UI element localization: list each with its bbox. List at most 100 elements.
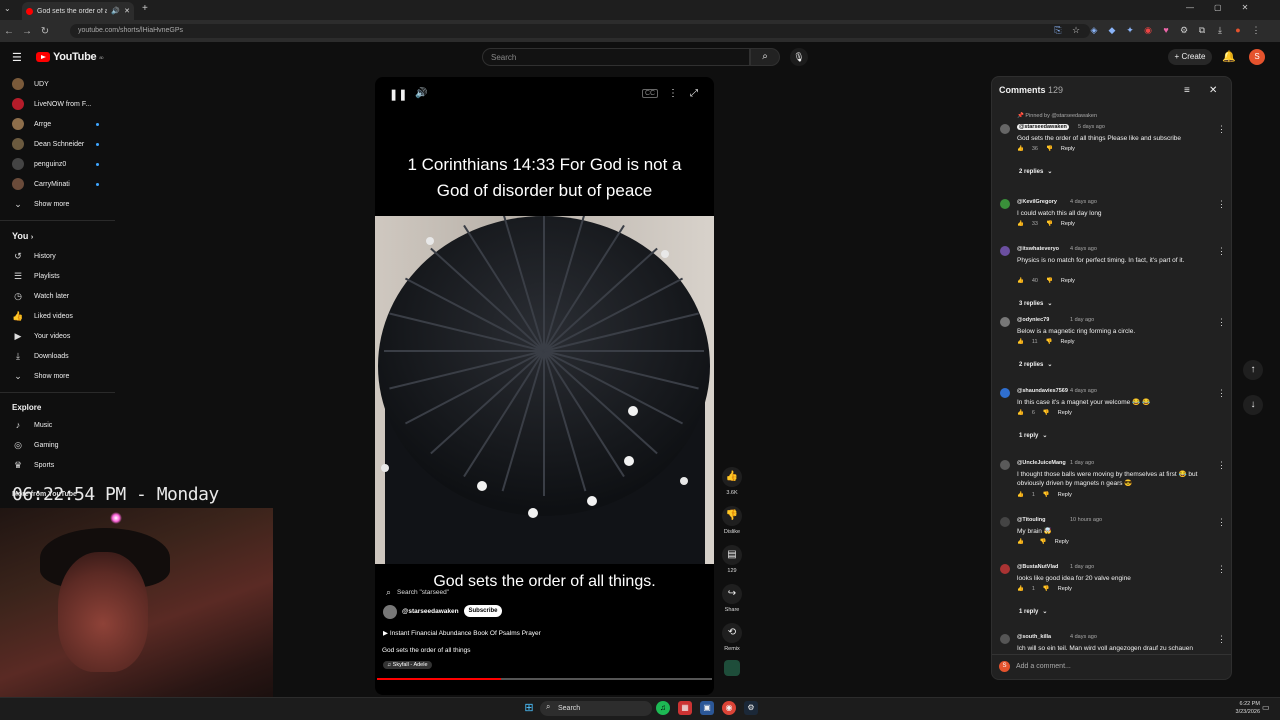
sidebar-item-playlists[interactable]: ☰ Playlists <box>0 266 115 286</box>
comment-author[interactable]: @south_killa <box>1017 634 1051 640</box>
extensions-puzzle-icon[interactable]: ⧉ <box>1194 25 1210 36</box>
like-comment-icon[interactable]: 👍 <box>1017 586 1024 592</box>
comment-more-icon[interactable]: ⋮ <box>1217 517 1226 528</box>
comment-icon[interactable]: ▤ <box>722 545 742 565</box>
comment-more-icon[interactable]: ⋮ <box>1217 634 1226 645</box>
comment-more-icon[interactable]: ⋮ <box>1217 317 1226 328</box>
reply-button[interactable]: Reply <box>1055 539 1069 545</box>
comment-author[interactable]: @shaundavies7569 <box>1017 388 1068 394</box>
comment-author[interactable]: @itswhateveryo <box>1017 246 1059 252</box>
new-tab-button[interactable]: + <box>142 3 148 14</box>
extension-icon[interactable]: ◈ <box>1086 25 1102 36</box>
comment-author[interactable]: @BustaNutVlad <box>1017 564 1058 570</box>
commenter-avatar[interactable] <box>1000 388 1010 398</box>
tab-close-icon[interactable]: ✕ <box>124 7 130 15</box>
like-comment-icon[interactable]: 👍 <box>1017 221 1024 227</box>
reply-button[interactable]: Reply <box>1061 278 1075 284</box>
sidebar-item-your-videos[interactable]: ▶ Your videos <box>0 326 115 346</box>
dislike-action[interactable]: 👎 Dislike <box>721 506 743 535</box>
comment-more-icon[interactable]: ⋮ <box>1217 460 1226 471</box>
sidebar-item-history[interactable]: ↺ History <box>0 246 115 266</box>
sort-icon[interactable]: ≡ <box>1184 85 1190 96</box>
extension-icon[interactable]: ◆ <box>1104 25 1120 36</box>
dislike-comment-icon[interactable]: 👎 <box>1043 492 1050 498</box>
system-clock[interactable]: 6:22 PM 3/23/2026 <box>1230 700 1260 716</box>
sound-chip[interactable]: ♫ Skyfall - Adele <box>383 661 432 669</box>
like-comment-icon[interactable]: 👍 <box>1017 146 1024 152</box>
dislike-comment-icon[interactable]: 👎 <box>1043 586 1050 592</box>
search-chip[interactable]: ⌕ Search "starseed" <box>386 587 449 598</box>
steam-icon[interactable]: ⚙ <box>744 701 758 715</box>
extension-icon[interactable]: ⚙ <box>1176 25 1192 36</box>
dislike-comment-icon[interactable]: 👎 <box>1043 410 1050 416</box>
extension-icon[interactable]: ✦ <box>1122 25 1138 36</box>
app-icon[interactable]: ▣ <box>700 701 714 715</box>
reply-button[interactable]: Reply <box>1061 146 1075 152</box>
comment-author[interactable]: @odyniec79 <box>1017 317 1049 323</box>
pause-icon[interactable]: ❚❚ <box>389 88 407 101</box>
youtube-logo[interactable]: YouTube 80 <box>36 51 103 63</box>
comment-more-icon[interactable]: ⋮ <box>1217 388 1226 399</box>
reply-button[interactable]: Reply <box>1058 410 1072 416</box>
forward-icon[interactable]: → <box>18 26 36 37</box>
close-comments-icon[interactable]: ✕ <box>1209 85 1217 96</box>
reply-button[interactable]: Reply <box>1058 586 1072 592</box>
next-short-button[interactable]: ↓ <box>1243 395 1263 415</box>
view-replies-button[interactable]: 2 replies ⌄ <box>1019 168 1052 175</box>
downloads-bar-icon[interactable]: ⤓ <box>1212 25 1228 36</box>
taskbar-search[interactable]: Search <box>540 701 652 716</box>
tab-list-icon[interactable]: ⌄ <box>4 4 11 13</box>
tab-audio-icon[interactable]: 🔊 <box>111 7 120 15</box>
extension-icon[interactable]: ◉ <box>1140 25 1156 36</box>
comment-author[interactable]: @Titouling <box>1017 517 1045 523</box>
sidebar-item-sports[interactable]: ♛ Sports <box>0 455 115 475</box>
reply-button[interactable]: Reply <box>1058 492 1072 498</box>
chrome-icon[interactable]: ◉ <box>722 701 736 715</box>
channel-name[interactable]: @starseedawaken <box>402 608 459 615</box>
windows-start-icon[interactable]: ⊞ <box>522 701 536 715</box>
dislike-comment-icon[interactable]: 👎 <box>1046 221 1053 227</box>
show-more-you[interactable]: ⌄ Show more <box>0 366 115 386</box>
view-replies-button[interactable]: 3 replies ⌄ <box>1019 300 1052 307</box>
volume-icon[interactable]: 🔊 <box>415 88 427 99</box>
commenter-avatar[interactable] <box>1000 517 1010 527</box>
browser-menu-icon[interactable]: ⋮ <box>1248 25 1264 36</box>
comment-more-icon[interactable]: ⋮ <box>1217 199 1226 210</box>
comment-author[interactable]: @starseedawaken <box>1019 124 1067 130</box>
window-close-icon[interactable]: ✕ <box>1242 3 1249 12</box>
previous-short-button[interactable]: ↑ <box>1243 360 1263 380</box>
hamburger-menu-icon[interactable]: ☰ <box>12 51 22 64</box>
add-comment-field[interactable]: S Add a comment... <box>999 659 1225 673</box>
sidebar-subscription[interactable]: penguinz0 <box>0 154 115 174</box>
install-icon[interactable]: ⎘ <box>1050 25 1066 36</box>
share-action[interactable]: ↪ Share <box>721 584 743 613</box>
share-icon[interactable]: ↪ <box>722 584 742 604</box>
dislike-comment-icon[interactable]: 👎 <box>1046 278 1053 284</box>
comments-action[interactable]: ▤ 129 <box>721 545 743 574</box>
dislike-icon[interactable]: 👎 <box>722 506 742 526</box>
like-action[interactable]: 👍 3.6K <box>721 467 743 496</box>
like-comment-icon[interactable]: 👍 <box>1017 410 1024 416</box>
remix-icon[interactable]: ⟲ <box>722 623 742 643</box>
bookmark-star-icon[interactable]: ☆ <box>1068 25 1084 36</box>
notification-center-icon[interactable]: ▭ <box>1262 703 1270 712</box>
dislike-comment-icon[interactable]: 👎 <box>1046 339 1053 345</box>
like-comment-icon[interactable]: 👍 <box>1017 539 1024 545</box>
channel-avatar[interactable] <box>383 605 397 619</box>
subscribe-button[interactable]: Subscribe <box>464 605 502 617</box>
sidebar-item-liked-videos[interactable]: 👍 Liked videos <box>0 306 115 326</box>
sidebar-item-gaming[interactable]: ◎ Gaming <box>0 435 115 455</box>
create-button[interactable]: + Create <box>1168 49 1212 65</box>
voice-search-mic-icon[interactable]: 🎙 <box>790 48 808 66</box>
more-options-icon[interactable]: ⋮ <box>668 88 678 99</box>
profile-icon[interactable]: ● <box>1230 25 1246 36</box>
sidebar-item-watch-later[interactable]: ◷ Watch later <box>0 286 115 306</box>
comment-author[interactable]: @KevilGregory <box>1017 199 1057 205</box>
fullscreen-icon[interactable]: ⤢ <box>690 88 698 99</box>
view-replies-button[interactable]: 2 replies ⌄ <box>1019 361 1052 368</box>
reply-button[interactable]: Reply <box>1060 339 1074 345</box>
back-icon[interactable]: ← <box>0 26 18 37</box>
commenter-avatar[interactable] <box>1000 634 1010 644</box>
dislike-comment-icon[interactable]: 👎 <box>1046 146 1053 152</box>
dislike-comment-icon[interactable]: 👎 <box>1040 539 1047 545</box>
